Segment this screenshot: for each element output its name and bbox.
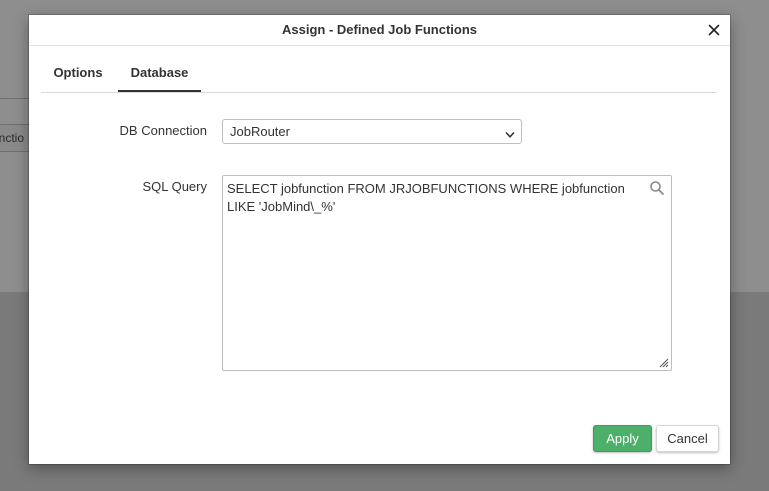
search-icon[interactable] [649, 180, 665, 199]
apply-button[interactable]: Apply [593, 425, 652, 452]
tab-database[interactable]: Database [118, 61, 201, 92]
dialog-titlebar: Assign - Defined Job Functions [29, 15, 730, 46]
sql-query-text: SELECT jobfunction FROM JRJOBFUNCTIONS W… [227, 181, 629, 214]
close-icon[interactable] [705, 21, 723, 39]
db-connection-select[interactable]: JobRouter [222, 119, 522, 144]
chevron-down-icon [505, 127, 515, 142]
sql-query-label: SQL Query [142, 179, 207, 194]
dialog-title: Assign - Defined Job Functions [281, 22, 477, 37]
sql-query-textarea[interactable]: SELECT jobfunction FROM JRJOBFUNCTIONS W… [222, 175, 672, 371]
dialog-tabs: Options Database [41, 61, 717, 93]
db-connection-label: DB Connection [119, 123, 207, 138]
resize-handle-icon[interactable] [657, 356, 669, 371]
cancel-button[interactable]: Cancel [656, 425, 719, 452]
assign-dialog: Assign - Defined Job Functions Options D… [29, 15, 730, 464]
db-connection-value: JobRouter [230, 124, 290, 139]
tab-options[interactable]: Options [41, 61, 115, 90]
